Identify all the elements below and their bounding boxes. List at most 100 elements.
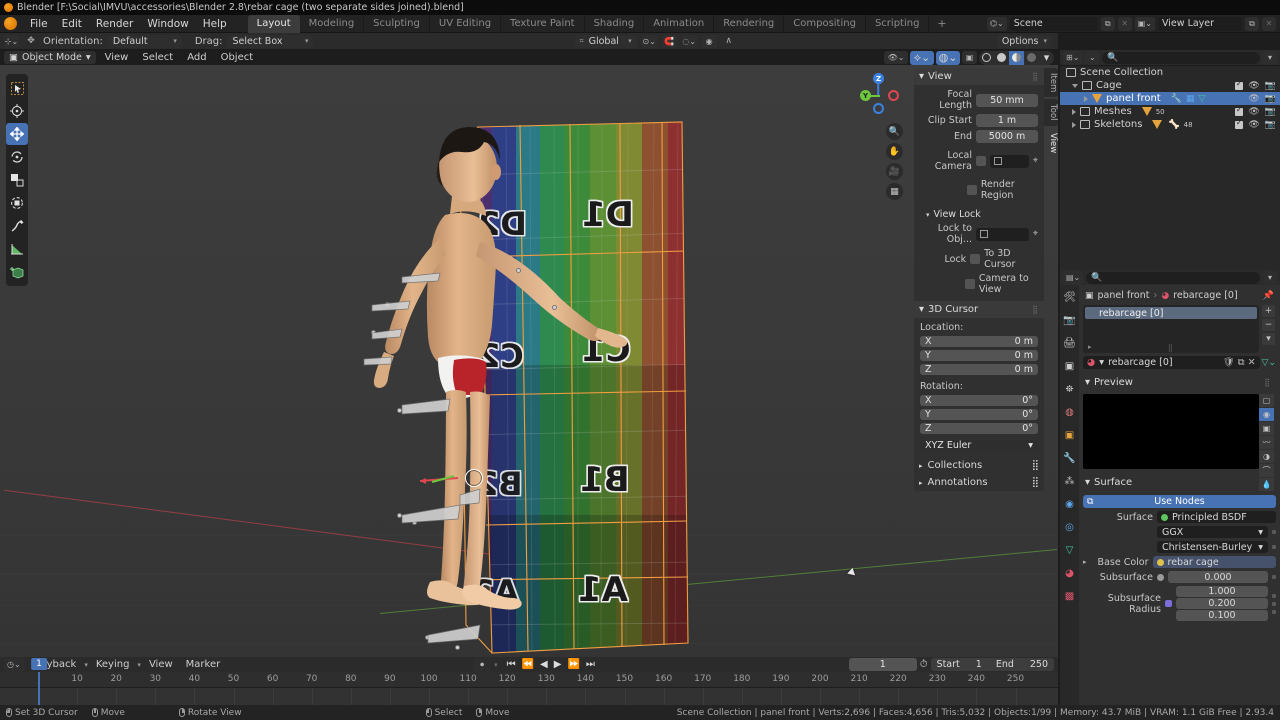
base-color-value[interactable]: rebar cage bbox=[1152, 556, 1276, 568]
breadcrumb-object[interactable]: panel front bbox=[1098, 290, 1150, 301]
timeline-playhead[interactable] bbox=[38, 672, 40, 705]
shading-solid-button[interactable] bbox=[994, 51, 1009, 65]
object-properties-tab-icon[interactable]: ▣ bbox=[1063, 428, 1077, 442]
timeline-ruler[interactable]: 10 20 30 40 50 60 70 80 90 100 110 120 130 140 150 160 1… bbox=[0, 672, 1058, 688]
auto-keying-icon[interactable]: ⏺ bbox=[473, 657, 492, 672]
menu-window[interactable]: Window bbox=[140, 16, 195, 32]
next-keyframe-icon[interactable]: ⏩ bbox=[567, 659, 579, 670]
material-slot-row[interactable]: rebarcage [0] bbox=[1085, 307, 1257, 319]
output-properties-tab-icon[interactable]: 🖨 bbox=[1063, 336, 1077, 350]
outliner-row-meshes[interactable]: Meshes 50 👁 📷 bbox=[1060, 105, 1280, 118]
modifier-properties-tab-icon[interactable]: 🔧 bbox=[1063, 451, 1077, 465]
clip-start-value[interactable]: 1 m bbox=[976, 114, 1038, 127]
add-workspace-button[interactable]: + bbox=[929, 17, 954, 30]
tab-uv-editing[interactable]: UV Editing bbox=[430, 14, 502, 33]
falloff-curve-icon[interactable]: ∧ bbox=[722, 35, 736, 48]
viewport-menu-add[interactable]: Add bbox=[182, 52, 211, 63]
annotations-panel-header[interactable]: ▸ Annotations ⣿ bbox=[914, 474, 1044, 491]
view-lock-header[interactable]: ▾ View Lock bbox=[920, 209, 1038, 220]
material-slot-specials-button[interactable]: ▾ bbox=[1262, 333, 1275, 345]
view-axis-gizmo[interactable]: Z Y bbox=[860, 73, 906, 119]
mode-selector[interactable]: ▣ Object Mode ▾ bbox=[4, 51, 96, 64]
material-preview-render[interactable] bbox=[1083, 394, 1259, 469]
shading-material-preview-button[interactable] bbox=[1009, 50, 1024, 65]
breadcrumb-material[interactable]: rebarcage [0] bbox=[1173, 290, 1238, 301]
cursor-tool-icon[interactable] bbox=[6, 100, 28, 122]
animate-property-dot[interactable] bbox=[1272, 593, 1276, 598]
end-value[interactable]: 250 bbox=[1030, 659, 1048, 670]
tool-active-icon[interactable]: ⊹⌄ bbox=[4, 34, 19, 48]
local-camera-field[interactable] bbox=[990, 154, 1029, 168]
tab-scripting[interactable]: Scripting bbox=[866, 14, 930, 33]
menu-help[interactable]: Help bbox=[196, 16, 234, 32]
subsurface-radius-z[interactable]: 0.100 bbox=[1176, 610, 1268, 621]
3d-viewport[interactable]: D1 D2 C1 C2 B1 B2 A1 A2 Z Y 🔍 ✋ 🎥 ▦ ▾ Vi… bbox=[0, 65, 1058, 657]
particles-properties-tab-icon[interactable]: ⁂ bbox=[1063, 474, 1077, 488]
view-panel-header[interactable]: ▾ View ⣿ bbox=[914, 68, 1044, 85]
chevron-right-icon[interactable] bbox=[1084, 95, 1088, 102]
add-material-slot-button[interactable]: + bbox=[1262, 305, 1275, 317]
zoom-icon[interactable]: 🔍 bbox=[886, 123, 903, 140]
timeline-menu-marker[interactable]: Marker bbox=[181, 659, 226, 670]
material-name-field[interactable]: ◕ ▾ rebarcage [0] 🛡 ⧉ ✕ bbox=[1083, 356, 1260, 369]
mesh-data-icon[interactable]: ▦ bbox=[1186, 94, 1195, 104]
subsurface-radius-y[interactable]: 0.200 bbox=[1176, 598, 1268, 609]
animate-property-dot[interactable] bbox=[1272, 601, 1276, 606]
pin-icon[interactable]: 📌 bbox=[1263, 291, 1274, 301]
scene-browse-icon[interactable]: ⌬⌄ bbox=[987, 16, 1007, 31]
scene-name-field[interactable]: Scene bbox=[1009, 16, 1098, 31]
eye-icon[interactable]: 👁 bbox=[1248, 94, 1259, 104]
viewport-menu-view[interactable]: View bbox=[100, 52, 134, 63]
transform-orientation-dropdown[interactable]: ⌗ Global ▾ bbox=[574, 34, 637, 48]
collections-panel-header[interactable]: ▸ Collections ⣿ bbox=[914, 457, 1044, 474]
chevron-right-icon[interactable] bbox=[1072, 121, 1076, 128]
armature-bones[interactable] bbox=[350, 205, 680, 657]
camera-icon[interactable]: 📷 bbox=[1265, 81, 1276, 91]
checkbox-icon[interactable] bbox=[1235, 105, 1244, 116]
surface-section-header[interactable]: ▾ Surface ⣿ bbox=[1083, 474, 1276, 491]
preview-hair-icon[interactable]: 〰 bbox=[1259, 436, 1274, 449]
menu-render[interactable]: Render bbox=[89, 16, 140, 32]
toggle-ortho-icon[interactable]: ▦ bbox=[886, 183, 903, 200]
overlays-toggle-icon[interactable]: ◍⌄ bbox=[936, 50, 960, 65]
move-gizmo[interactable] bbox=[418, 470, 478, 486]
texture-properties-tab-icon[interactable]: ▩ bbox=[1063, 589, 1077, 603]
outliner-filter-icon[interactable]: ⌄ bbox=[1085, 50, 1100, 65]
tab-texture-paint[interactable]: Texture Paint bbox=[501, 14, 585, 33]
animate-property-dot[interactable] bbox=[1272, 575, 1276, 579]
render-properties-tab-icon[interactable]: 📷 bbox=[1063, 313, 1077, 327]
shading-wireframe-button[interactable] bbox=[979, 51, 994, 65]
menu-file[interactable]: File bbox=[23, 16, 55, 32]
constraints-properties-tab-icon[interactable]: ◎ bbox=[1063, 520, 1077, 534]
subsurface-radius-x[interactable]: 1.000 bbox=[1176, 586, 1268, 597]
tab-rendering[interactable]: Rendering bbox=[714, 14, 785, 33]
options-dropdown[interactable]: Options ▾ bbox=[996, 34, 1052, 48]
animate-property-dot[interactable] bbox=[1272, 609, 1276, 614]
eye-icon[interactable]: 👁 bbox=[1248, 107, 1259, 117]
scene-properties-tab-icon[interactable]: ⛯ bbox=[1063, 382, 1077, 396]
tab-layout[interactable]: Layout bbox=[247, 14, 300, 33]
focal-length-value[interactable]: 50 mm bbox=[976, 93, 1038, 107]
timeline-editor[interactable]: ◷⌄ Playback ▾ Keying ▾ View Marker ⏺ ▾ ⏮… bbox=[0, 657, 1058, 705]
cursor-rotation-x[interactable]: X 0° bbox=[920, 395, 1038, 406]
delete-scene-icon[interactable]: ✕ bbox=[1117, 16, 1132, 31]
visibility-dropdown-icon[interactable]: 👁⌄ bbox=[884, 51, 908, 64]
previous-keyframe-icon[interactable]: ⏪ bbox=[522, 659, 534, 670]
eyedropper-icon[interactable]: ⌖ bbox=[1033, 156, 1038, 166]
cursor-rotation-z[interactable]: Z 0° bbox=[920, 423, 1038, 434]
eyedropper-icon[interactable]: ⌖ bbox=[1033, 229, 1038, 239]
gizmo-axis-y[interactable]: Y bbox=[860, 90, 871, 101]
properties-filter-chevron-icon[interactable]: ▾ bbox=[1263, 270, 1277, 285]
shading-options-chevron-icon[interactable]: ▾ bbox=[1039, 51, 1054, 65]
distribution-dropdown[interactable]: GGX ▾ bbox=[1157, 526, 1268, 538]
shading-rendered-button[interactable] bbox=[1024, 51, 1039, 65]
rotate-tool-icon[interactable] bbox=[6, 146, 28, 168]
preview-cloth-icon[interactable]: ⌒ bbox=[1259, 464, 1274, 477]
viewlayer-browse-icon[interactable]: ▣⌄ bbox=[1134, 16, 1155, 31]
jump-to-start-icon[interactable]: ⏮ bbox=[507, 659, 516, 670]
viewport-menu-object[interactable]: Object bbox=[216, 52, 259, 63]
subsurface-method-dropdown[interactable]: Christensen-Burley ▾ bbox=[1157, 541, 1268, 553]
outliner-editor[interactable]: ⊞⌄ ⌄ 🔍 ▾ Scene Collection Cage 👁 📷 bbox=[1060, 50, 1280, 270]
outliner-filter-chevron-icon[interactable]: ▾ bbox=[1263, 50, 1277, 65]
preview-cube-icon[interactable]: ▣ bbox=[1259, 422, 1274, 435]
